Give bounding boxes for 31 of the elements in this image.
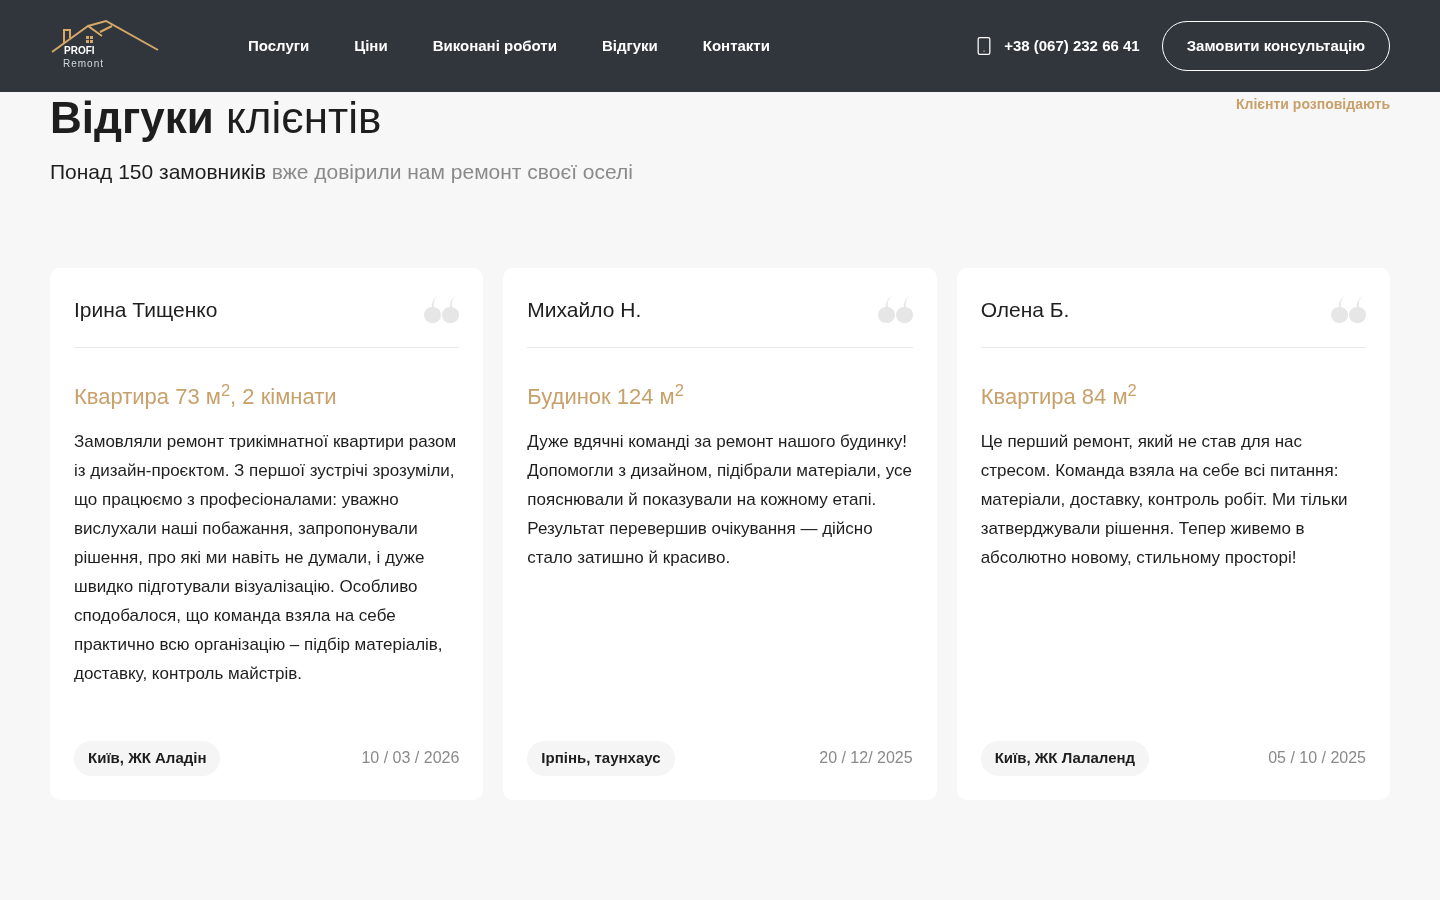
reviewer-name: Олена Б. xyxy=(980,296,1070,323)
logo[interactable]: PROFI Remont xyxy=(50,20,160,72)
review-text: Це перший ремонт, який не став для нас стресом. Команда взяла на себе всі питання: матеріали, доставку, контроль робіт. Ми тільки затверджували рішення. Тепер живемо в абсолютно новому, стильному просторі! xyxy=(980,431,1349,569)
quote-icon xyxy=(1330,295,1366,324)
reviewer-name: Ірина Тищенко xyxy=(74,296,218,323)
location-tag: Київ, ЖК Лалаленд xyxy=(980,741,1150,776)
quote-icon xyxy=(423,295,460,324)
location-tag: Київ, ЖК Аладін xyxy=(74,741,221,776)
review-date: 20 / 12/ 2025 xyxy=(819,748,913,769)
property-title: Квартира 73 м$^{2}$, 2 кімнати xyxy=(74,380,338,411)
review-text: Замовляли ремонт трикімнатної квартири разом із дизайн-проєктом. З першої зустрічі зрозуміли, що працюємо з професіоналами: уважно вислухали наші побажання, запропонували рішення, про які ми навіть не думали, і дуже швидко підготували візуалізацію. Особливо сподобалося, що команда взяла на себе практично всю організацію – підбір матеріалів, доставку, контроль майстрів. xyxy=(74,431,458,685)
property-title: Квартира 84 м$^{2}$ xyxy=(980,380,1138,411)
section-eyebrow: Клієнти розповідають xyxy=(1236,95,1390,114)
nav-link[interactable]: Виконані роботи xyxy=(432,34,557,58)
review-date: 05 / 10 / 2025 xyxy=(1268,748,1366,769)
property-title: Будинок 124 м$^{2}$ xyxy=(527,380,685,411)
quote-icon xyxy=(876,295,913,324)
review-date: 10 / 03 / 2026 xyxy=(361,748,460,769)
nav-link[interactable]: Відгуки xyxy=(601,34,658,58)
house-roof-icon xyxy=(50,20,160,54)
logo-subtext: Remont xyxy=(63,59,104,69)
reviewer-name: Михайло Н. xyxy=(527,296,642,323)
section-subtitle: Понад 150 замовників вже довірили нам ремонт своєї оселі xyxy=(50,159,634,185)
section-title: Відгуки клієнтів xyxy=(50,94,382,142)
nav-link[interactable]: Послуги xyxy=(248,34,310,58)
review-text: Дуже вдячні команді за ремонт нашого будинку! Допомогли з дизайном, підібрали матеріали, усе пояснювали й показували на кожному етапі. Результат перевершив очікування — дійсно стало затишно й красиво. xyxy=(527,431,913,569)
logo-text: PROFI xyxy=(64,46,95,56)
phone-link[interactable]: +38 (067) 232 66 41 xyxy=(1004,34,1140,58)
nav-link[interactable]: Контакти xyxy=(702,34,770,58)
location-tag: Ірпінь, таунхаус xyxy=(527,741,675,776)
nav-link[interactable]: Ціни xyxy=(354,34,388,58)
